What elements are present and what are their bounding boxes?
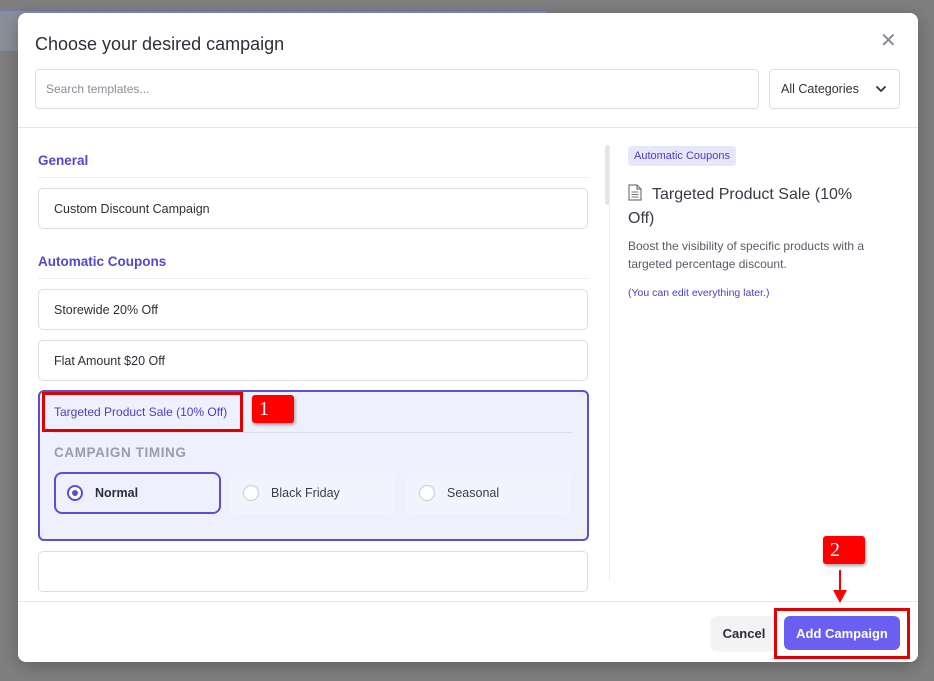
radio-selected-icon bbox=[67, 485, 83, 501]
panel-divider bbox=[609, 145, 610, 581]
arrow-down-icon bbox=[833, 570, 847, 603]
footer-divider bbox=[18, 601, 918, 602]
radio-unselected-icon bbox=[243, 485, 259, 501]
timing-option-seasonal[interactable]: Seasonal bbox=[406, 472, 571, 514]
timing-option-label: Black Friday bbox=[271, 486, 340, 500]
timing-option-black-friday[interactable]: Black Friday bbox=[230, 472, 395, 514]
preview-title: Targeted Product Sale (10% Off) bbox=[628, 186, 853, 227]
list-item[interactable] bbox=[38, 551, 588, 592]
card-divider bbox=[54, 432, 573, 433]
section-title-general: General bbox=[38, 153, 89, 168]
section-title-automatic-coupons: Automatic Coupons bbox=[38, 254, 167, 269]
step-marker-2: 2 bbox=[823, 536, 865, 564]
radio-unselected-icon bbox=[419, 485, 435, 501]
step-marker-1: 1 bbox=[252, 395, 294, 423]
preview-description: Boost the visibility of specific product… bbox=[628, 239, 865, 271]
timing-option-label: Normal bbox=[95, 486, 139, 500]
category-select[interactable]: All Categories bbox=[769, 69, 900, 109]
search-input[interactable] bbox=[35, 69, 759, 109]
add-campaign-button[interactable]: Add Campaign bbox=[784, 616, 900, 650]
chevron-down-icon bbox=[876, 86, 886, 92]
modal-title: Choose your desired campaign bbox=[35, 34, 285, 54]
preview-note: (You can edit everything later.) bbox=[628, 287, 770, 299]
section-divider bbox=[38, 278, 588, 279]
close-icon[interactable]: ✕ bbox=[880, 31, 897, 51]
selected-template-label[interactable]: Targeted Product Sale (10% Off) bbox=[54, 405, 227, 419]
selected-template-card[interactable]: Targeted Product Sale (10% Off) CAMPAIGN… bbox=[38, 390, 589, 541]
list-item[interactable]: Flat Amount $20 Off bbox=[38, 340, 588, 381]
section-divider bbox=[38, 177, 588, 178]
cancel-button[interactable]: Cancel bbox=[711, 616, 777, 650]
timing-option-normal[interactable]: Normal bbox=[54, 472, 221, 514]
timing-option-label: Seasonal bbox=[447, 486, 500, 500]
campaign-timing-title: CAMPAIGN TIMING bbox=[54, 445, 187, 460]
list-item[interactable]: Custom Discount Campaign bbox=[38, 188, 588, 229]
category-badge: Automatic Coupons bbox=[628, 146, 736, 166]
list-item[interactable]: Storewide 20% Off bbox=[38, 289, 588, 330]
campaign-modal: Choose your desired campaign ✕ All Categ… bbox=[18, 13, 918, 662]
template-list: General Custom Discount Campaign Automat… bbox=[18, 128, 603, 601]
category-select-value: All Categories bbox=[781, 82, 859, 96]
